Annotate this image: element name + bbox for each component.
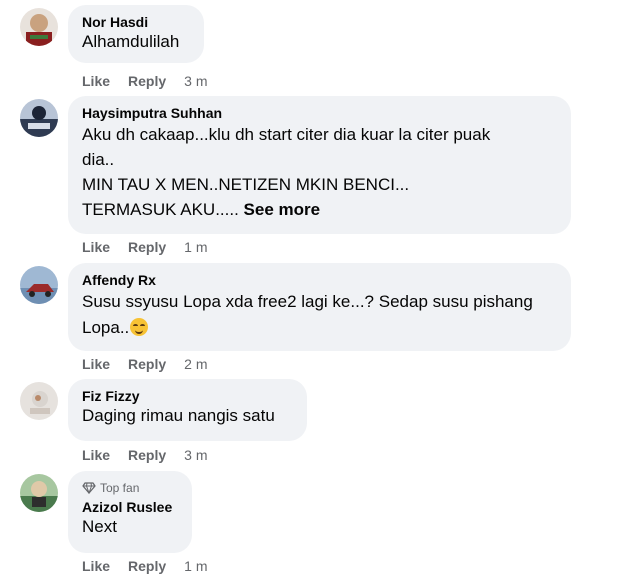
comment-line-text: Lopa..	[82, 318, 130, 337]
comment-text: Daging rimau nangis satu	[82, 405, 295, 427]
comment-text: Next	[82, 516, 180, 538]
avatar[interactable]	[20, 266, 58, 304]
comment-line: Susu ssyusu Lopa xda free2 lagi ke...? S…	[82, 292, 533, 311]
avatar-image	[20, 8, 58, 46]
comment-actions: Like Reply 3 m	[82, 72, 207, 90]
avatar-image	[20, 474, 58, 512]
comment-text: Aku dh cakaap...klu dh start citer dia k…	[82, 122, 559, 222]
avatar[interactable]	[20, 382, 58, 420]
comment-bubble: Nor Hasdi Alhamdulilah	[68, 5, 204, 63]
avatar[interactable]	[20, 8, 58, 46]
diamond-icon	[82, 482, 96, 494]
comment-timestamp[interactable]: 3 m	[184, 72, 207, 90]
reply-button[interactable]: Reply	[128, 446, 166, 464]
avatar[interactable]	[20, 474, 58, 512]
reply-button[interactable]: Reply	[128, 72, 166, 90]
comment-bubble: Affendy Rx Susu ssyusu Lopa xda free2 la…	[68, 263, 571, 351]
comment-author[interactable]: Nor Hasdi	[82, 13, 192, 31]
comment-line-text: TERMASUK AKU.....	[82, 200, 239, 219]
comment-actions: Like Reply 3 m	[82, 446, 207, 464]
top-fan-label: Top fan	[100, 481, 140, 495]
comment-timestamp[interactable]: 1 m	[184, 238, 207, 256]
comment-bubble: Haysimputra Suhhan Aku dh cakaap...klu d…	[68, 96, 571, 234]
avatar-image	[20, 266, 58, 304]
see-more-link[interactable]: See more	[244, 200, 321, 219]
comment-line-last: Lopa..	[82, 315, 559, 341]
comment-actions: Like Reply 1 m	[82, 557, 207, 575]
like-button[interactable]: Like	[82, 557, 110, 575]
comment-line: Alhamdulilah	[82, 32, 180, 51]
comment-text: Susu ssyusu Lopa xda free2 lagi ke...? S…	[82, 289, 559, 341]
like-button[interactable]: Like	[82, 72, 110, 90]
comment-bubble: Fiz Fizzy Daging rimau nangis satu	[68, 379, 307, 441]
comment-line: MIN TAU X MEN..NETIZEN MKIN BENCI...	[82, 175, 410, 194]
comment-author[interactable]: Haysimputra Suhhan	[82, 104, 559, 122]
avatar[interactable]	[20, 99, 58, 137]
smiling-face-emoji-icon	[130, 318, 149, 336]
reply-button[interactable]: Reply	[128, 355, 166, 373]
comment-text: Alhamdulilah	[82, 31, 192, 53]
comment-actions: Like Reply 2 m	[82, 355, 207, 373]
comment-author[interactable]: Fiz Fizzy	[82, 387, 295, 405]
like-button[interactable]: Like	[82, 446, 110, 464]
comment-line-last: TERMASUK AKU..... See more	[82, 197, 559, 222]
like-button[interactable]: Like	[82, 355, 110, 373]
avatar-image	[20, 382, 58, 420]
comment-timestamp[interactable]: 2 m	[184, 355, 207, 373]
like-button[interactable]: Like	[82, 238, 110, 256]
comment-author[interactable]: Affendy Rx	[82, 271, 559, 289]
comment-actions: Like Reply 1 m	[82, 238, 207, 256]
comment-line: dia..	[82, 150, 115, 169]
comment-line: Daging rimau nangis satu	[82, 406, 275, 425]
avatar-image	[20, 99, 58, 137]
comment-timestamp[interactable]: 3 m	[184, 446, 207, 464]
comment-timestamp[interactable]: 1 m	[184, 557, 207, 575]
comment-author[interactable]: Azizol Ruslee	[82, 498, 180, 516]
comment-line: Aku dh cakaap...klu dh start citer dia k…	[82, 125, 491, 144]
top-fan-badge: Top fan	[82, 480, 180, 496]
comment-bubble: Top fan Azizol Ruslee Next	[68, 471, 192, 553]
comment-line: Next	[82, 517, 117, 536]
reply-button[interactable]: Reply	[128, 238, 166, 256]
reply-button[interactable]: Reply	[128, 557, 166, 575]
